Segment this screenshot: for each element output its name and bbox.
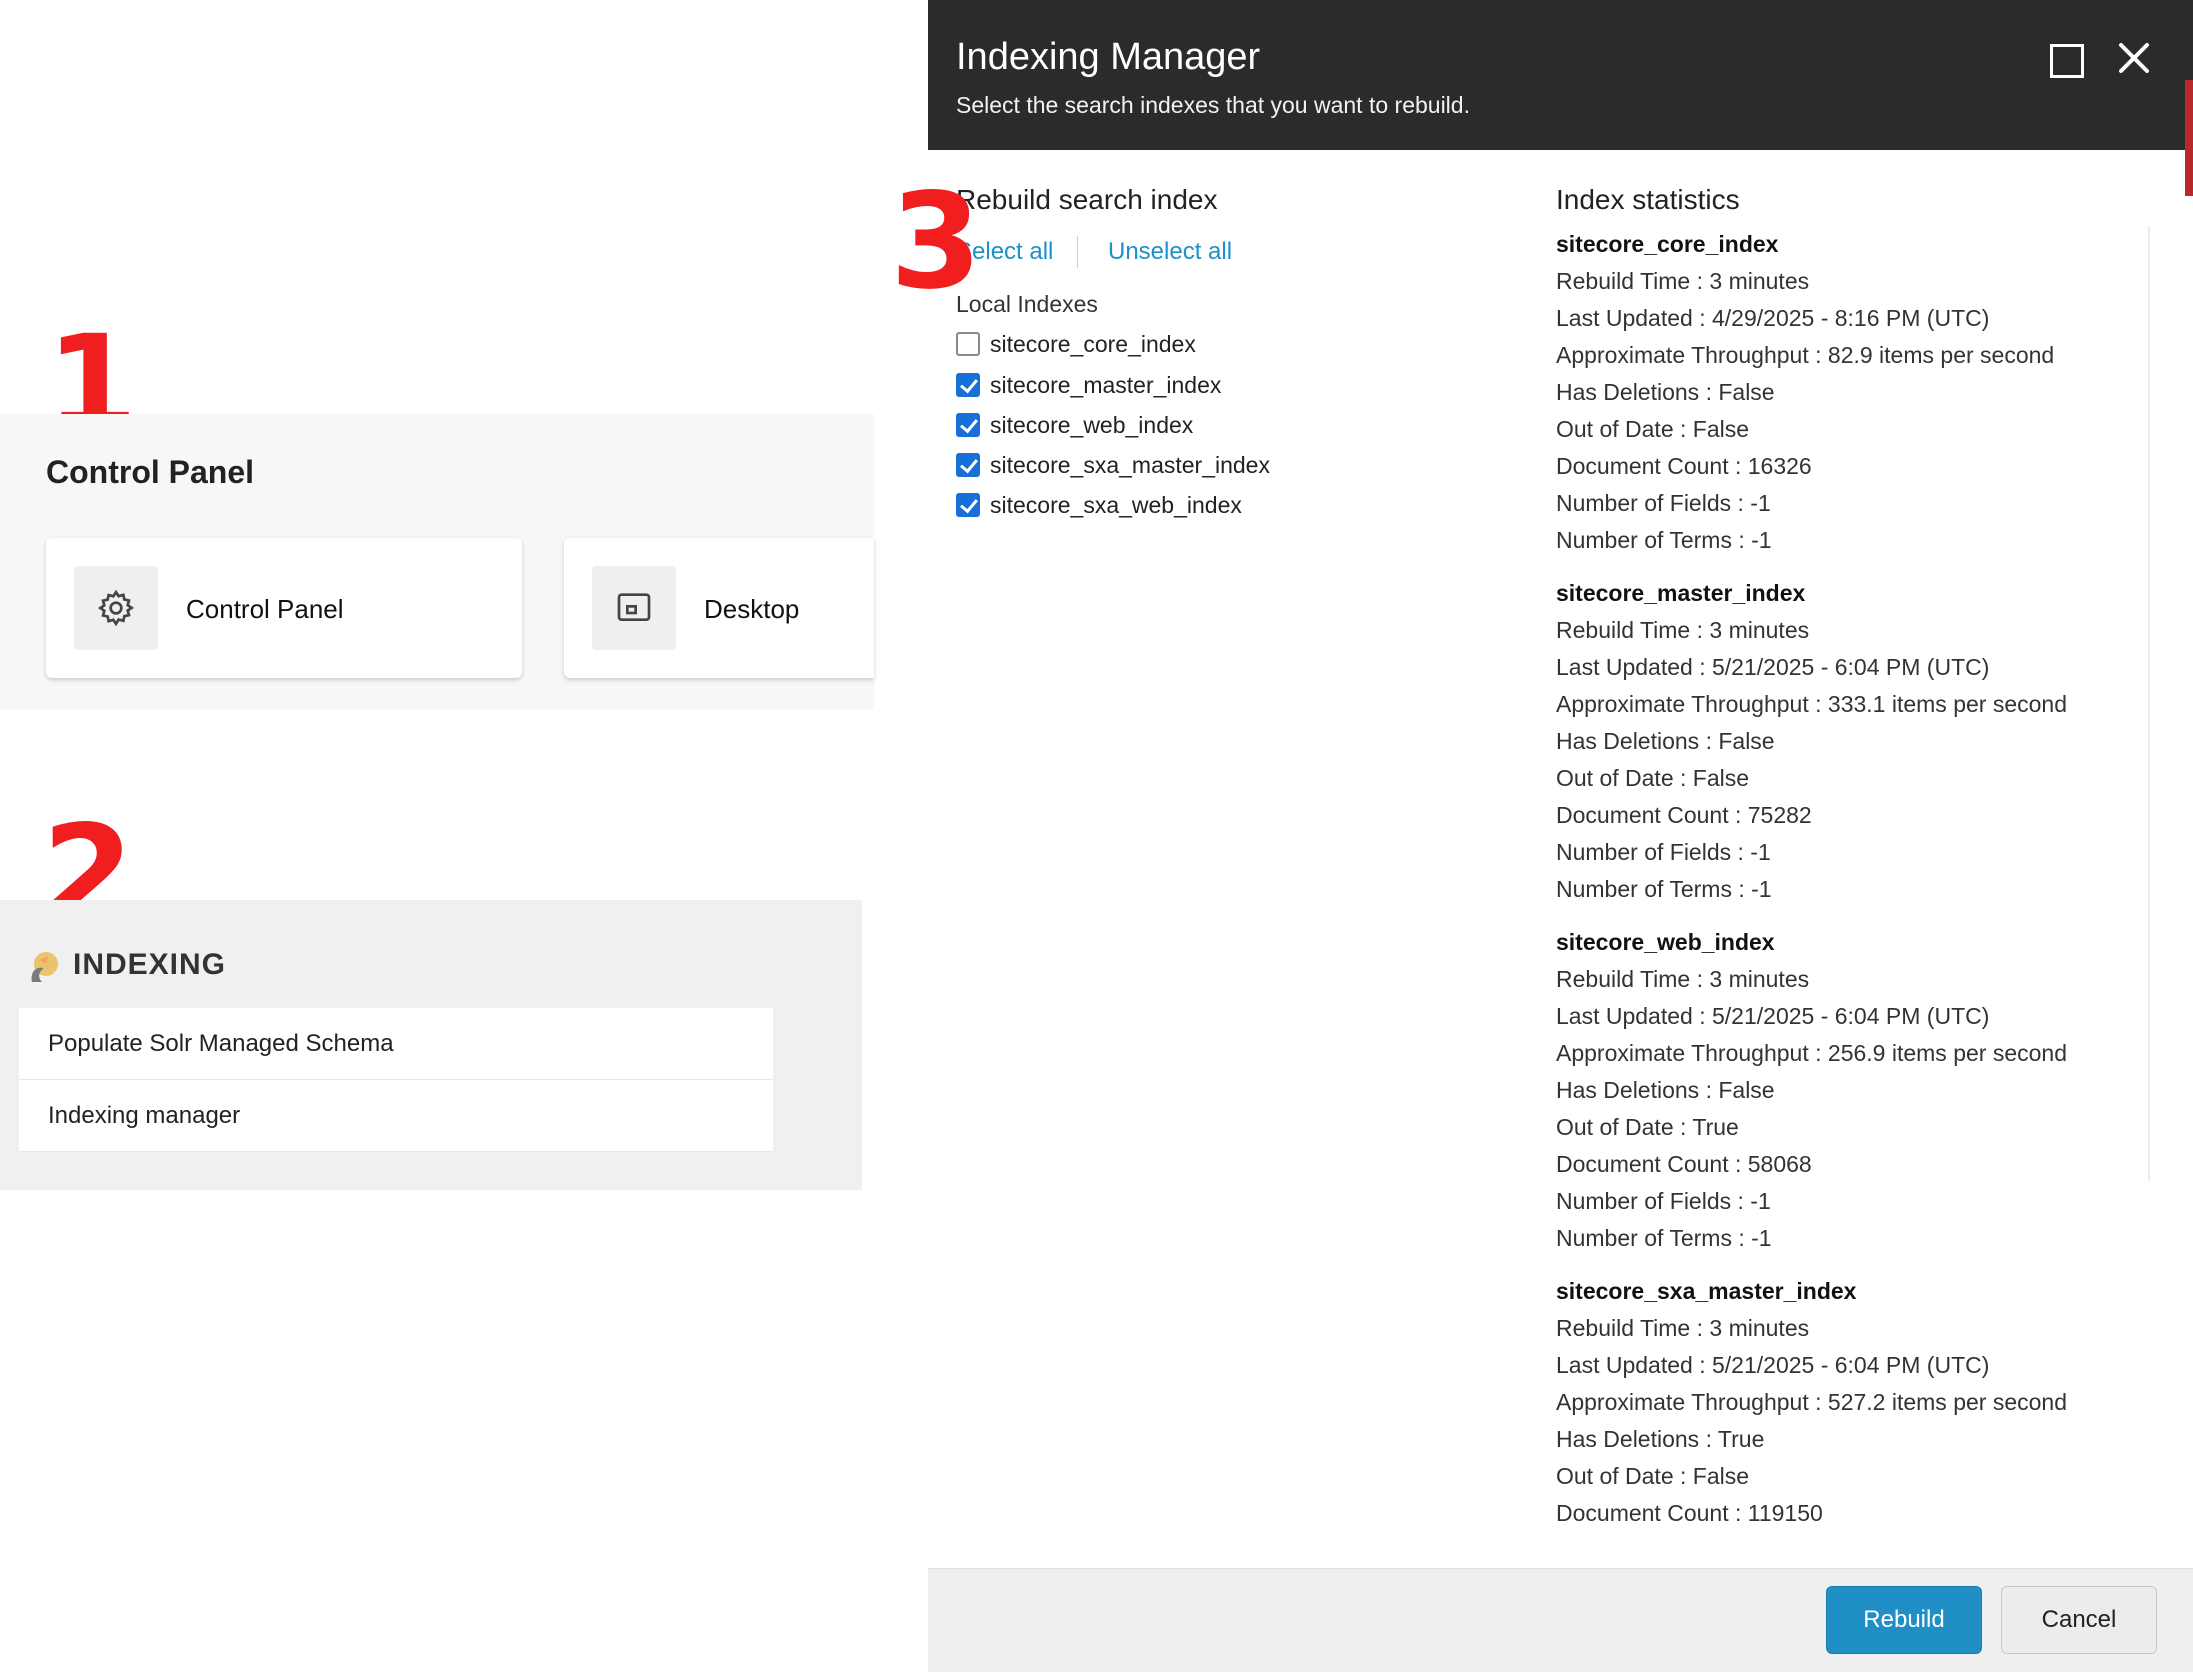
stat-line: Out of Date : False <box>1556 1463 1750 1489</box>
index-statistics-heading: Index statistics <box>1556 184 1740 215</box>
dialog-title: Indexing Manager <box>956 36 1261 78</box>
index-checkbox[interactable] <box>956 493 980 517</box>
rebuild-heading: Rebuild search index <box>956 184 1218 215</box>
rebuild-button[interactable]: Rebuild <box>1826 1586 1982 1654</box>
stat-line: Number of Fields : -1 <box>1556 839 1771 865</box>
maximize-icon[interactable] <box>2050 44 2084 78</box>
index-checkbox[interactable] <box>956 453 980 477</box>
index-option-sxa-web[interactable]: sitecore_sxa_web_index <box>956 488 1242 522</box>
indexing-icon <box>26 946 62 991</box>
stat-line: Has Deletions : False <box>1556 1077 1775 1103</box>
stat-line: Rebuild Time : 3 minutes <box>1556 966 1810 992</box>
stat-line: Last Updated : 5/21/2025 - 6:04 PM (UTC) <box>1556 654 1990 680</box>
stat-index-name: sitecore_master_index <box>1556 580 1806 606</box>
stat-line: Approximate Throughput : 333.1 items per… <box>1556 691 2067 717</box>
cancel-button[interactable]: Cancel <box>2001 1586 2157 1654</box>
stat-block: sitecore_core_index Rebuild Time : 3 min… <box>1556 226 2156 559</box>
control-panel-card[interactable]: Control Panel <box>46 538 522 678</box>
stat-line: Rebuild Time : 3 minutes <box>1556 1315 1810 1341</box>
unselect-all-link[interactable]: Unselect all <box>1108 238 1232 266</box>
stat-line: Document Count : 75282 <box>1556 802 1812 828</box>
stat-index-name: sitecore_web_index <box>1556 929 1775 955</box>
stat-block: sitecore_master_index Rebuild Time : 3 m… <box>1556 575 2156 908</box>
stat-line: Rebuild Time : 3 minutes <box>1556 617 1810 643</box>
desktop-card[interactable]: Desktop <box>564 538 874 678</box>
statistics-scrollbar[interactable] <box>2148 226 2150 1181</box>
stat-line: Approximate Throughput : 527.2 items per… <box>1556 1389 2067 1415</box>
link-divider <box>1077 236 1078 268</box>
list-item-populate-solr-schema[interactable]: Populate Solr Managed Schema <box>19 1008 773 1080</box>
stat-index-name: sitecore_core_index <box>1556 231 1779 257</box>
stat-line: Last Updated : 5/21/2025 - 6:04 PM (UTC) <box>1556 1352 1990 1378</box>
close-icon[interactable] <box>2114 38 2154 78</box>
step-number-3: 3 <box>890 165 982 319</box>
stat-line: Approximate Throughput : 82.9 items per … <box>1556 342 2055 368</box>
gear-icon <box>74 566 158 650</box>
card-label: Desktop <box>704 594 800 624</box>
scroll-accent-top <box>2185 0 2193 80</box>
stat-line: Out of Date : True <box>1556 1114 1739 1140</box>
index-checkbox-label: sitecore_sxa_master_index <box>990 451 1270 478</box>
index-option-core[interactable]: sitecore_core_index <box>956 327 1196 361</box>
dialog-footer: Rebuild Cancel <box>928 1568 2193 1672</box>
stat-line: Number of Fields : -1 <box>1556 1188 1771 1214</box>
index-option-master[interactable]: sitecore_master_index <box>956 368 1221 402</box>
stat-line: Document Count : 58068 <box>1556 1151 1812 1177</box>
index-checkbox[interactable] <box>956 332 980 356</box>
stat-block: sitecore_sxa_master_index Rebuild Time :… <box>1556 1273 2156 1532</box>
stat-line: Has Deletions : False <box>1556 728 1775 754</box>
stat-line: Number of Terms : -1 <box>1556 876 1772 902</box>
stat-line: Last Updated : 5/21/2025 - 6:04 PM (UTC) <box>1556 1003 1990 1029</box>
stat-line: Out of Date : False <box>1556 765 1750 791</box>
list-item-indexing-manager[interactable]: Indexing manager <box>19 1080 773 1152</box>
index-checkbox-label: sitecore_web_index <box>990 411 1194 438</box>
indexing-list: Populate Solr Managed Schema Indexing ma… <box>19 1008 773 1152</box>
stat-line: Number of Fields : -1 <box>1556 490 1771 516</box>
desktop-icon <box>592 566 676 650</box>
stat-line: Has Deletions : True <box>1556 1426 1765 1452</box>
stat-line: Document Count : 16326 <box>1556 453 1812 479</box>
stat-line: Number of Terms : -1 <box>1556 1225 1772 1251</box>
index-option-sxa-master[interactable]: sitecore_sxa_master_index <box>956 448 1270 482</box>
card-label: Control Panel <box>186 594 344 624</box>
index-checkbox-label: sitecore_master_index <box>990 371 1222 398</box>
index-checkbox-label: sitecore_core_index <box>990 330 1196 357</box>
stat-line: Last Updated : 4/29/2025 - 8:16 PM (UTC) <box>1556 305 1990 331</box>
stat-block: sitecore_web_index Rebuild Time : 3 minu… <box>1556 924 2156 1257</box>
dialog-subtitle: Select the search indexes that you want … <box>956 92 1470 118</box>
stat-line: Document Count : 119150 <box>1556 1500 1823 1526</box>
stat-line: Has Deletions : False <box>1556 379 1775 405</box>
index-option-web[interactable]: sitecore_web_index <box>956 408 1193 442</box>
index-checkbox-label: sitecore_sxa_web_index <box>990 491 1242 518</box>
stat-index-name: sitecore_sxa_master_index <box>1556 1278 1857 1304</box>
stat-line: Out of Date : False <box>1556 416 1750 442</box>
stat-line: Number of Terms : -1 <box>1556 527 1772 553</box>
indexing-manager-dialog: Indexing Manager Select the search index… <box>928 0 2193 1672</box>
control-panel-section: Control Panel Control Panel Desktop <box>0 414 874 710</box>
dialog-header: Indexing Manager Select the search index… <box>928 0 2193 150</box>
section-title: INDEXING <box>73 948 227 981</box>
stat-line: Rebuild Time : 3 minutes <box>1556 268 1810 294</box>
section-title: Control Panel <box>46 454 255 490</box>
stat-line: Approximate Throughput : 256.9 items per… <box>1556 1040 2067 1066</box>
indexing-section: INDEXING Populate Solr Managed Schema In… <box>0 900 862 1190</box>
index-checkbox[interactable] <box>956 373 980 397</box>
index-statistics: sitecore_core_index Rebuild Time : 3 min… <box>1556 226 2156 1548</box>
index-checkbox[interactable] <box>956 413 980 437</box>
